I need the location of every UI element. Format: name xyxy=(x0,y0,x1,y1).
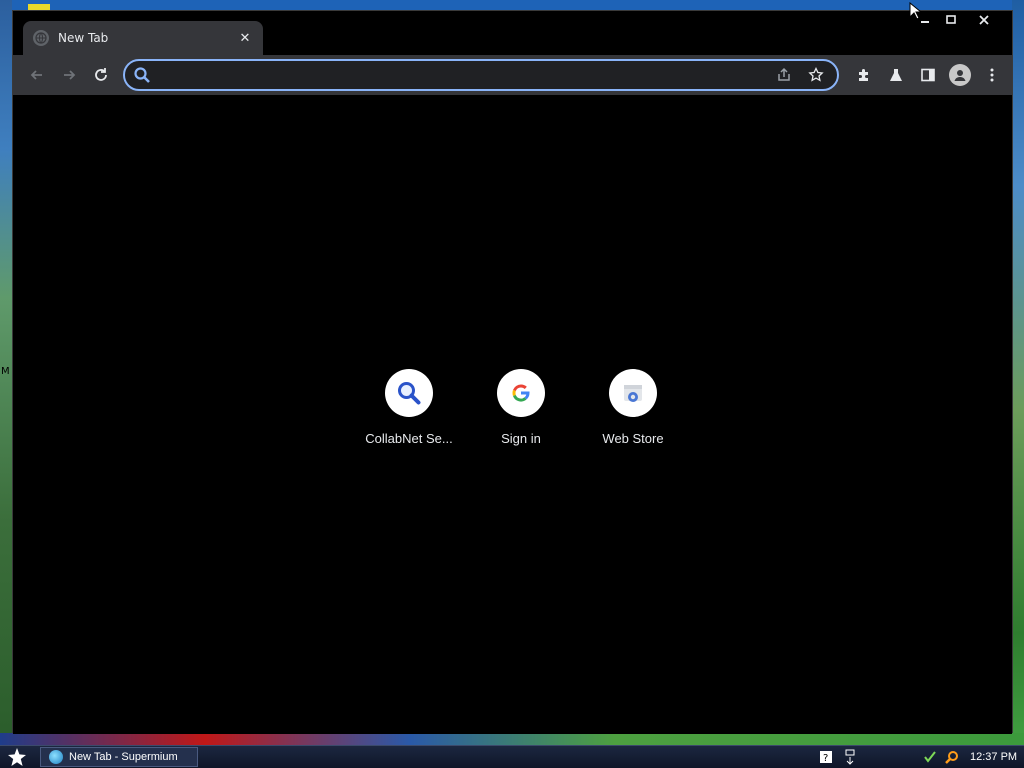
menu-button[interactable] xyxy=(976,59,1008,91)
taskbar: New Tab - Supermium ? 12:37 PM xyxy=(0,745,1024,768)
shortcut-tile xyxy=(385,369,433,417)
tab-close-icon[interactable]: ✕ xyxy=(237,31,253,46)
reload-button[interactable] xyxy=(85,59,117,91)
shortcut-label: Sign in xyxy=(501,431,541,446)
avatar xyxy=(949,64,971,86)
profile-button[interactable] xyxy=(944,59,976,91)
toolbar-right xyxy=(848,59,1008,91)
forward-button[interactable] xyxy=(53,59,85,91)
shortcut-web-store[interactable]: Web Store xyxy=(577,369,689,446)
sync-icon[interactable] xyxy=(922,748,938,766)
address-input[interactable] xyxy=(159,67,771,83)
search-icon xyxy=(134,67,150,83)
svg-text:?: ? xyxy=(823,753,828,764)
share-icon xyxy=(778,67,790,81)
flask-icon xyxy=(890,69,902,81)
bookmark-button[interactable] xyxy=(803,62,829,88)
tray-left: ? xyxy=(818,748,858,766)
side-panel-button[interactable] xyxy=(912,59,944,91)
back-button[interactable] xyxy=(21,59,53,91)
web-store-icon xyxy=(624,385,642,402)
taskbar-item-browser[interactable]: New Tab - Supermium xyxy=(40,747,198,767)
tab-new-tab[interactable]: New Tab ✕ xyxy=(23,21,263,55)
globe-icon xyxy=(33,30,49,46)
new-tab-page: CollabNet Se... Sign in Web Store xyxy=(13,95,1012,734)
shortcut-collabnet[interactable]: CollabNet Se... xyxy=(353,369,465,446)
reload-icon xyxy=(95,68,107,81)
magnifier-icon xyxy=(398,382,421,405)
more-vert-icon xyxy=(990,68,994,82)
extensions-button[interactable] xyxy=(848,59,880,91)
browser-window: New Tab ✕ CollabNet Se... Sign in Web St… xyxy=(12,10,1013,734)
shortcut-tile xyxy=(609,369,657,417)
browser-app-icon xyxy=(49,750,63,764)
star-start-icon xyxy=(8,748,26,766)
labs-button[interactable] xyxy=(880,59,912,91)
close-window-button[interactable] xyxy=(964,11,1004,29)
desktop-right-edge xyxy=(1012,0,1024,745)
tray-right: 12:37 PM xyxy=(922,748,1017,766)
arrow-right-icon xyxy=(64,70,76,80)
desktop-bottom-edge xyxy=(0,733,1024,745)
share-button[interactable] xyxy=(771,62,797,88)
mouse-cursor-icon xyxy=(909,2,921,20)
address-bar[interactable] xyxy=(123,59,839,91)
desktop-side-glyph: M xyxy=(1,366,10,377)
network-icon[interactable] xyxy=(842,748,858,766)
shortcut-tile xyxy=(497,369,545,417)
help-icon[interactable]: ? xyxy=(818,748,834,766)
window-controls xyxy=(912,11,1004,31)
shortcut-label: Web Store xyxy=(602,431,664,446)
arrow-left-icon xyxy=(30,70,42,80)
person-icon xyxy=(954,70,966,81)
shortcut-label: CollabNet Se... xyxy=(365,431,453,446)
title-bar[interactable]: New Tab ✕ xyxy=(13,11,1012,55)
star-icon xyxy=(808,67,824,82)
shortcuts-grid: CollabNet Se... Sign in Web Store xyxy=(353,369,689,446)
puzzle-icon xyxy=(859,69,868,81)
google-g-icon xyxy=(512,384,530,402)
search-tray-icon[interactable] xyxy=(944,748,960,766)
side-panel-icon xyxy=(921,68,935,82)
taskbar-item-label: New Tab - Supermium xyxy=(69,751,178,763)
shortcut-sign-in[interactable]: Sign in xyxy=(465,369,577,446)
clock: 12:37 PM xyxy=(970,751,1018,763)
tab-title: New Tab xyxy=(58,31,109,45)
maximize-button[interactable] xyxy=(938,11,964,29)
start-button[interactable] xyxy=(0,746,34,768)
browser-toolbar xyxy=(13,55,1012,95)
